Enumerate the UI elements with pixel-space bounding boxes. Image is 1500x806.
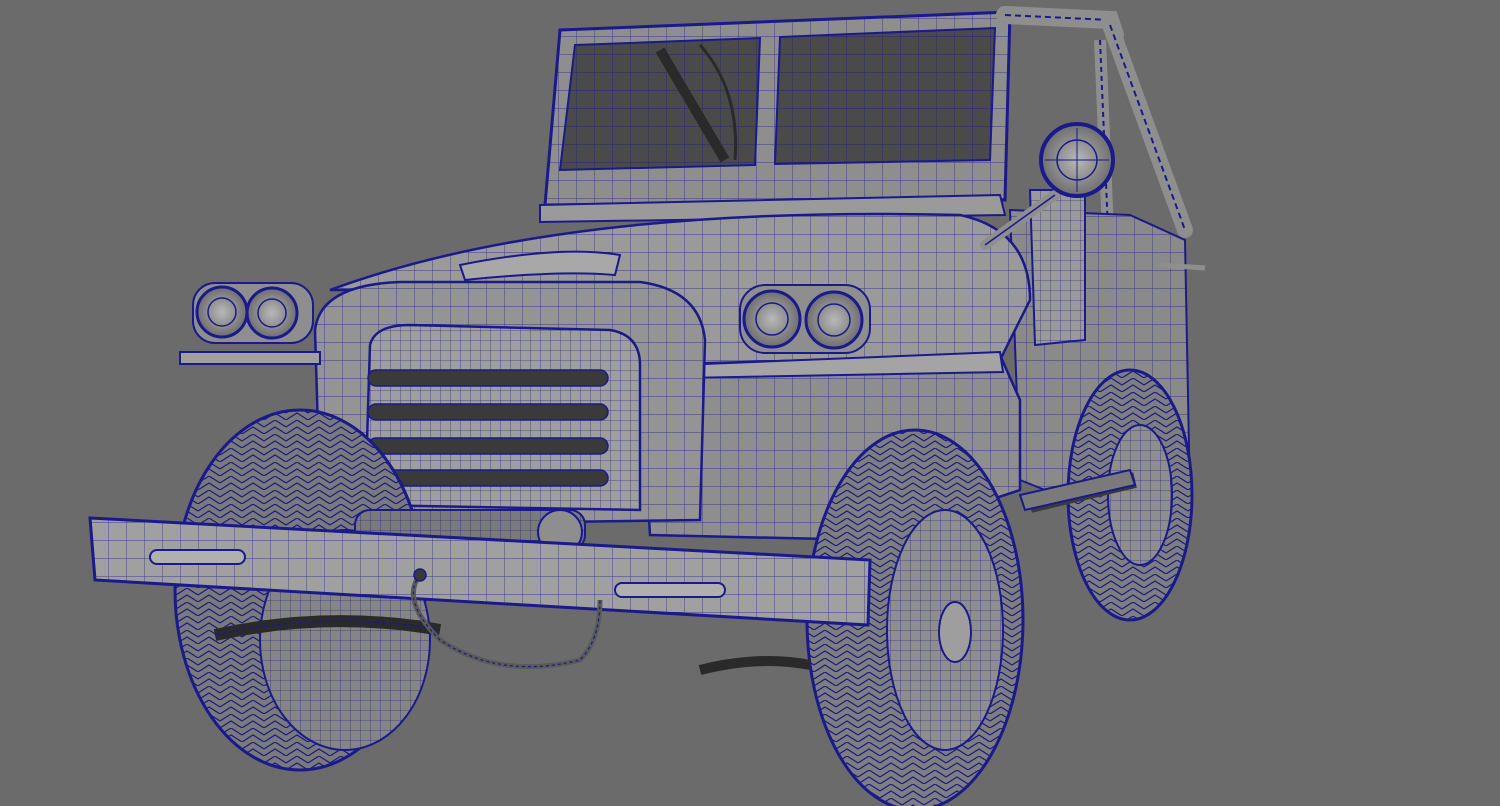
left-auxiliary-lights bbox=[192, 282, 314, 344]
right-headlights bbox=[739, 284, 871, 354]
grille bbox=[363, 323, 642, 512]
wireframe-jeep-model[interactable] bbox=[0, 0, 1500, 806]
3d-viewport[interactable] bbox=[0, 0, 1500, 806]
windshield-frame bbox=[539, 10, 1012, 224]
